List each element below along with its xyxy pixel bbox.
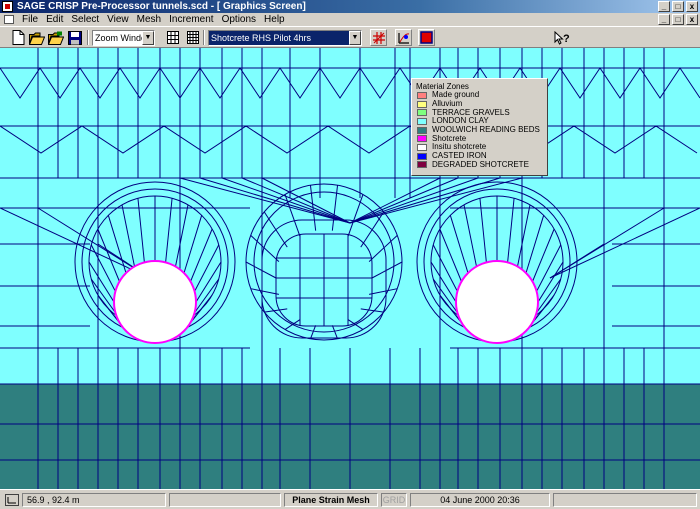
close-button[interactable]: x [686, 1, 698, 12]
stage-select[interactable]: Shotcrete RHS Pilot 4hrs ▼ [208, 30, 362, 46]
title-bar[interactable]: SAGE CRISP Pre-Processor tunnels.scd - [… [0, 0, 700, 13]
legend-swatch [417, 100, 427, 108]
grid-indicator: GRID [381, 493, 407, 507]
legend-swatch [417, 91, 427, 99]
legend-label: DEGRADED SHOTCRETE [432, 159, 529, 169]
legend-swatch [417, 109, 427, 117]
menu-increment[interactable]: Increment [169, 13, 213, 26]
legend-label: Alluvium [432, 99, 463, 109]
open-drawing-icon[interactable] [47, 29, 64, 46]
menu-select[interactable]: Select [71, 13, 99, 26]
color-tool-icon[interactable] [418, 29, 435, 46]
save-icon[interactable] [66, 29, 83, 46]
doc-restore-button[interactable]: □ [672, 14, 684, 25]
axes-tool-icon[interactable] [395, 29, 412, 46]
menu-edit[interactable]: Edit [46, 13, 63, 26]
window-title: SAGE CRISP Pre-Processor tunnels.scd - [… [17, 1, 306, 12]
legend-swatch [417, 143, 427, 151]
legend-swatch [417, 126, 427, 134]
status-panel-blank [553, 493, 697, 507]
menu-mesh[interactable]: Mesh [137, 13, 161, 26]
graphics-screen[interactable]: Material Zones Made ground Alluvium TERR… [0, 48, 700, 489]
doc-close-button[interactable]: x [686, 14, 698, 25]
finite-element-mesh[interactable] [0, 48, 700, 489]
mesh-tool-icon[interactable] [370, 29, 387, 46]
chevron-down-icon[interactable]: ▼ [349, 31, 361, 45]
menu-bar: File Edit Select View Mesh Increment Opt… [0, 13, 700, 26]
app-icon[interactable] [2, 1, 13, 12]
legend-swatch [417, 117, 427, 125]
mesh-mode-indicator: Plane Strain Mesh [284, 493, 378, 507]
shotcrete-lining [113, 260, 197, 344]
zoom-mode-select[interactable]: Zoom Window ▼ [92, 30, 155, 46]
toolbar: Zoom Window ▼ Shotcrete RHS Pilot 4hrs ▼… [0, 26, 700, 48]
maximize-button[interactable]: □ [672, 1, 684, 12]
svg-text:?: ? [563, 33, 570, 45]
chevron-down-icon[interactable]: ▼ [142, 31, 154, 45]
legend-swatch [417, 135, 427, 143]
minimize-button[interactable]: _ [658, 1, 670, 12]
status-bar: 56.9 , 92.4 m Plane Strain Mesh GRID 04 … [0, 489, 700, 509]
stage-select-value: Shotcrete RHS Pilot 4hrs [211, 33, 312, 43]
doc-minimize-button[interactable]: _ [658, 14, 670, 25]
table-icon[interactable] [184, 29, 201, 46]
menu-file[interactable]: File [22, 13, 38, 26]
legend-item: DEGRADED SHOTCRETE [416, 159, 543, 170]
new-file-icon[interactable] [10, 29, 27, 46]
menu-view[interactable]: View [107, 13, 129, 26]
shotcrete-lining [455, 260, 539, 344]
menu-options[interactable]: Options [222, 13, 256, 26]
open-folder-icon[interactable] [28, 29, 45, 46]
context-help-icon[interactable]: ? [553, 29, 570, 46]
status-panel-blank [169, 493, 281, 507]
date-time-display: 04 June 2000 20:36 [410, 493, 550, 507]
grid-icon[interactable] [164, 29, 181, 46]
material-zones-legend: Material Zones Made ground Alluvium TERR… [411, 78, 548, 176]
legend-swatch [417, 152, 427, 160]
legend-label: WOOLWICH READING BEDS [432, 125, 540, 135]
legend-label: CASTED IRON [432, 151, 487, 161]
legend-swatch [417, 161, 427, 169]
coordinate-icon [5, 494, 19, 506]
menu-help[interactable]: Help [264, 13, 285, 26]
coordinate-readout: 56.9 , 92.4 m [22, 493, 166, 507]
document-icon[interactable] [4, 15, 14, 24]
